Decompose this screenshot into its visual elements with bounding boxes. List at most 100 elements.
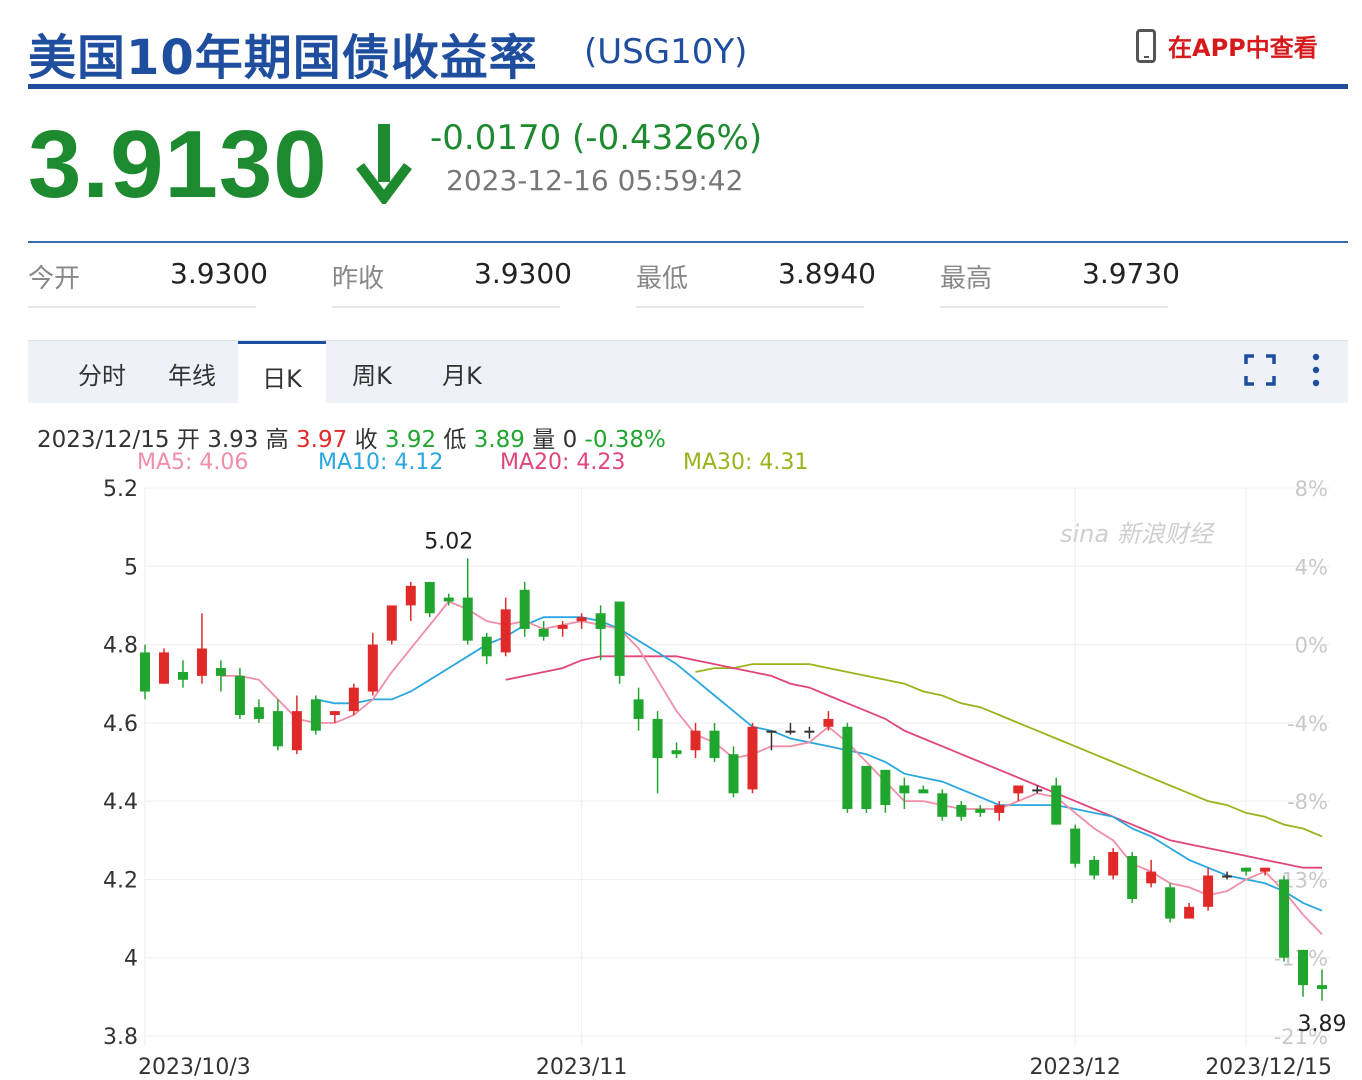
watermark-text: sina 新浪财经 [1060,520,1216,548]
candle [500,597,511,657]
candle-body [424,581,435,614]
candle [348,683,359,716]
candle-body [1070,828,1081,864]
candle-body [918,789,929,794]
candle [728,746,739,798]
candle [709,722,720,762]
candle-body [671,750,682,755]
candle-body [196,648,207,676]
candle-body [234,675,245,716]
stat-value-prev-close: 3.9300 [474,257,572,290]
candle-body [215,668,226,676]
stat-value-high: 3.9730 [1082,257,1180,290]
candle-body [158,652,169,684]
candle-body [386,605,397,641]
candle [652,711,663,794]
down-arrow-icon [356,124,412,204]
candle [140,644,150,700]
candle-body [1127,855,1138,899]
x-tick-label: 2023/12/15 [1205,1055,1332,1080]
candle-body [329,711,340,716]
price-change: -0.0170 (-0.4326%) [430,118,763,158]
candle-body [1013,785,1024,794]
candle-body [576,617,587,622]
tab-intraday[interactable]: 分时 [58,341,146,403]
candle-body [443,597,454,602]
y-tick-label: 4.4 [103,790,138,815]
candle [1241,867,1252,876]
candle [1070,824,1081,868]
stat-underline [332,306,560,308]
candle [253,699,264,723]
y-tick-label: 4.8 [103,634,138,659]
candle-body [519,589,530,629]
candle-body [538,628,549,637]
candle [671,742,682,759]
open-in-app-label: 在APP中查看 [1168,34,1318,62]
candle-body [462,597,473,641]
candle-body [652,718,663,759]
candle [1184,902,1195,919]
candle-body [253,707,264,719]
stat-label-open: 今开 [28,264,81,294]
candle [1222,871,1233,880]
candle [177,660,188,688]
stat-label-prev-close: 昨收 [332,264,385,294]
candle [823,711,834,731]
candle-body [348,687,359,712]
candle-body [614,601,625,676]
candle-body [1108,852,1119,876]
candle-body [785,730,796,733]
candle-body [1051,785,1062,825]
candle-body [1203,875,1214,907]
candlestick-chart: sina 新浪财经 5.2 5 4.8 4.6 4.4 4.2 4 3.8 8% 4% 0% -4%… [103,477,1347,1080]
x-tick-label: 2023/12 [1030,1055,1121,1080]
ma-line-ma30 [695,663,1323,838]
candle-body [804,730,815,733]
y-tick-label: 4.6 [103,712,138,737]
candle-body [1184,906,1195,919]
candle-body [633,699,644,719]
tab-daily-k[interactable]: 日K [238,341,326,404]
candle-body [709,730,720,759]
candle [975,805,986,817]
candle-body [1241,867,1252,872]
candle [1127,852,1138,903]
tab-yearly[interactable]: 年线 [148,341,236,403]
annotation-label: 3.89 [1298,1012,1347,1037]
candle-body [291,711,302,751]
candle-body [405,585,416,606]
candle-body [481,636,492,657]
stat-value-low: 3.8940 [778,257,876,290]
candle [519,581,530,637]
candle [272,699,283,751]
candle [614,601,625,684]
candle-body [272,711,283,747]
candle [576,613,587,629]
candle-body [747,726,758,790]
candle [538,621,549,641]
candles [140,558,1327,1001]
stat-label-high: 最高 [940,264,993,294]
right-tick-label: 4% [1295,555,1328,579]
y-tick-label: 3.8 [103,1025,138,1050]
candle [747,722,758,794]
open-in-app-link[interactable]: 在APP中查看 [1136,28,1318,63]
sina-watermark: sina 新浪财经 [1060,520,1216,548]
candle-body [1260,867,1271,872]
candle-body [1146,871,1157,884]
more-options-icon[interactable] [1308,352,1324,388]
candle [690,722,701,759]
fullscreen-icon[interactable] [1244,354,1276,386]
tab-weekly-k[interactable]: 周K [328,341,416,403]
ma-line-ma5 [220,600,1323,935]
stat-value-open: 3.9300 [170,257,268,290]
y-tick-label: 5.2 [103,477,138,502]
tab-monthly-k[interactable]: 月K [418,341,506,403]
candle [481,632,492,665]
candle [899,777,910,809]
candle-body [937,793,948,817]
candle [937,789,948,821]
candle-body [994,805,1005,813]
page-title: 美国10年期国债收益率 [28,30,538,86]
